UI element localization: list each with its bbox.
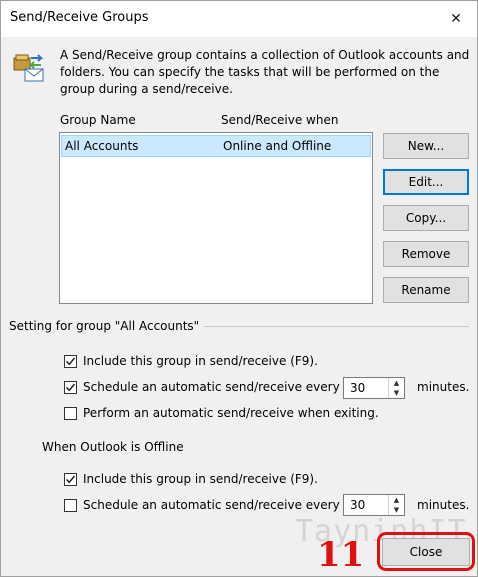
send-receive-groups-dialog: Send/Receive Groups ✕ A Send/Receive gro… [0, 0, 478, 577]
rename-button[interactable]: Rename [383, 277, 469, 303]
schedule-send-receive-label: Schedule an automatic send/receive every [83, 380, 340, 394]
offline-section-label: When Outlook is Offline [42, 440, 184, 454]
schedule-minutes-unit: minutes. [417, 380, 470, 394]
spinner-up-icon[interactable]: ▲ [389, 495, 404, 505]
new-button[interactable]: New... [383, 133, 469, 159]
offline-minutes-value: 30 [350, 498, 366, 512]
schedule-send-receive-checkbox[interactable] [64, 381, 77, 394]
schedule-minutes-value: 30 [350, 381, 366, 395]
spinner-buttons: ▲ ▼ [388, 495, 404, 515]
offline-minutes-unit: minutes. [417, 498, 470, 512]
include-group-label: Include this group in send/receive (F9). [83, 354, 318, 368]
offline-include-group-label: Include this group in send/receive (F9). [83, 472, 318, 486]
offline-schedule-label: Schedule an automatic send/receive every [83, 498, 340, 512]
schedule-minutes-spinner[interactable]: 30 ▲ ▼ [343, 377, 405, 399]
window-title: Send/Receive Groups [10, 10, 149, 25]
spinner-buttons: ▲ ▼ [388, 378, 404, 398]
group-when-cell: Online and Offline [223, 139, 332, 153]
offline-minutes-spinner[interactable]: 30 ▲ ▼ [343, 494, 405, 516]
send-receive-on-exit-checkbox[interactable] [64, 407, 77, 420]
close-button-highlight [377, 532, 475, 571]
include-group-checkbox[interactable] [64, 355, 77, 368]
groups-listbox[interactable]: All Accounts Online and Offline [59, 132, 373, 304]
column-header-group-name: Group Name [60, 113, 136, 127]
offline-schedule-checkbox[interactable] [64, 499, 77, 512]
group-name-cell: All Accounts [65, 139, 139, 153]
close-window-icon[interactable]: ✕ [443, 7, 469, 31]
step-number-annotation: 11 [317, 535, 365, 575]
offline-include-group-checkbox[interactable] [64, 473, 77, 486]
spinner-up-icon[interactable]: ▲ [389, 378, 404, 388]
title-bar: Send/Receive Groups ✕ [1, 1, 477, 37]
list-item[interactable]: All Accounts Online and Offline [61, 135, 371, 157]
edit-button[interactable]: Edit... [383, 169, 469, 195]
copy-button[interactable]: Copy... [383, 205, 469, 231]
send-receive-on-exit-label: Perform an automatic send/receive when e… [83, 406, 379, 420]
spinner-down-icon[interactable]: ▼ [389, 388, 404, 398]
column-header-send-receive-when: Send/Receive when [221, 113, 339, 127]
online-section-label: Setting for group "All Accounts" [9, 319, 205, 333]
intro-text: A Send/Receive group contains a collecti… [60, 48, 470, 96]
send-receive-icon [11, 49, 47, 83]
remove-button[interactable]: Remove [383, 241, 469, 267]
